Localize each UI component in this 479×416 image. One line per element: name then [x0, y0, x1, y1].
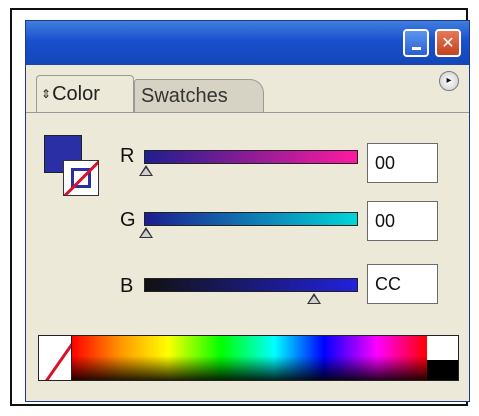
- b-slider-thumb[interactable]: [307, 293, 321, 304]
- tab-row: ⇕Color Swatches: [26, 65, 469, 113]
- panel-menu-arrow-icon[interactable]: ▸: [439, 71, 459, 91]
- tab-color-label: Color: [52, 83, 100, 105]
- spectrum-gradient[interactable]: [72, 336, 427, 380]
- stroke-color-swatch[interactable]: [63, 160, 99, 196]
- g-slider-track[interactable]: [144, 212, 358, 226]
- color-spectrum-ramp[interactable]: [38, 335, 459, 381]
- r-slider-thumb[interactable]: [139, 165, 153, 176]
- white-swatch[interactable]: [427, 336, 458, 360]
- b-value-field[interactable]: CC: [367, 264, 438, 304]
- r-slider-track[interactable]: [144, 150, 358, 164]
- minimize-icon[interactable]: [403, 29, 429, 57]
- close-icon[interactable]: ✕: [435, 29, 461, 57]
- g-value-field[interactable]: 00: [367, 201, 438, 241]
- tab-swatches[interactable]: Swatches: [134, 79, 264, 113]
- up-down-arrows-icon: ⇕: [41, 87, 52, 101]
- r-label: R: [120, 145, 135, 167]
- g-label: G: [120, 209, 136, 231]
- r-value-field[interactable]: 00: [367, 143, 438, 183]
- tab-divider: [26, 112, 469, 113]
- none-color-swatch[interactable]: [39, 336, 72, 380]
- b-label: B: [120, 275, 134, 297]
- title-bar[interactable]: ✕: [26, 21, 469, 65]
- tab-color[interactable]: ⇕Color: [36, 75, 134, 113]
- g-slider-thumb[interactable]: [139, 227, 153, 238]
- b-slider-track[interactable]: [144, 278, 358, 292]
- tab-swatches-label: Swatches: [141, 85, 228, 107]
- color-panel-window: ✕ ⇕Color Swatches ▸ R 00 G 00 B CC: [25, 20, 470, 402]
- black-swatch[interactable]: [427, 360, 458, 380]
